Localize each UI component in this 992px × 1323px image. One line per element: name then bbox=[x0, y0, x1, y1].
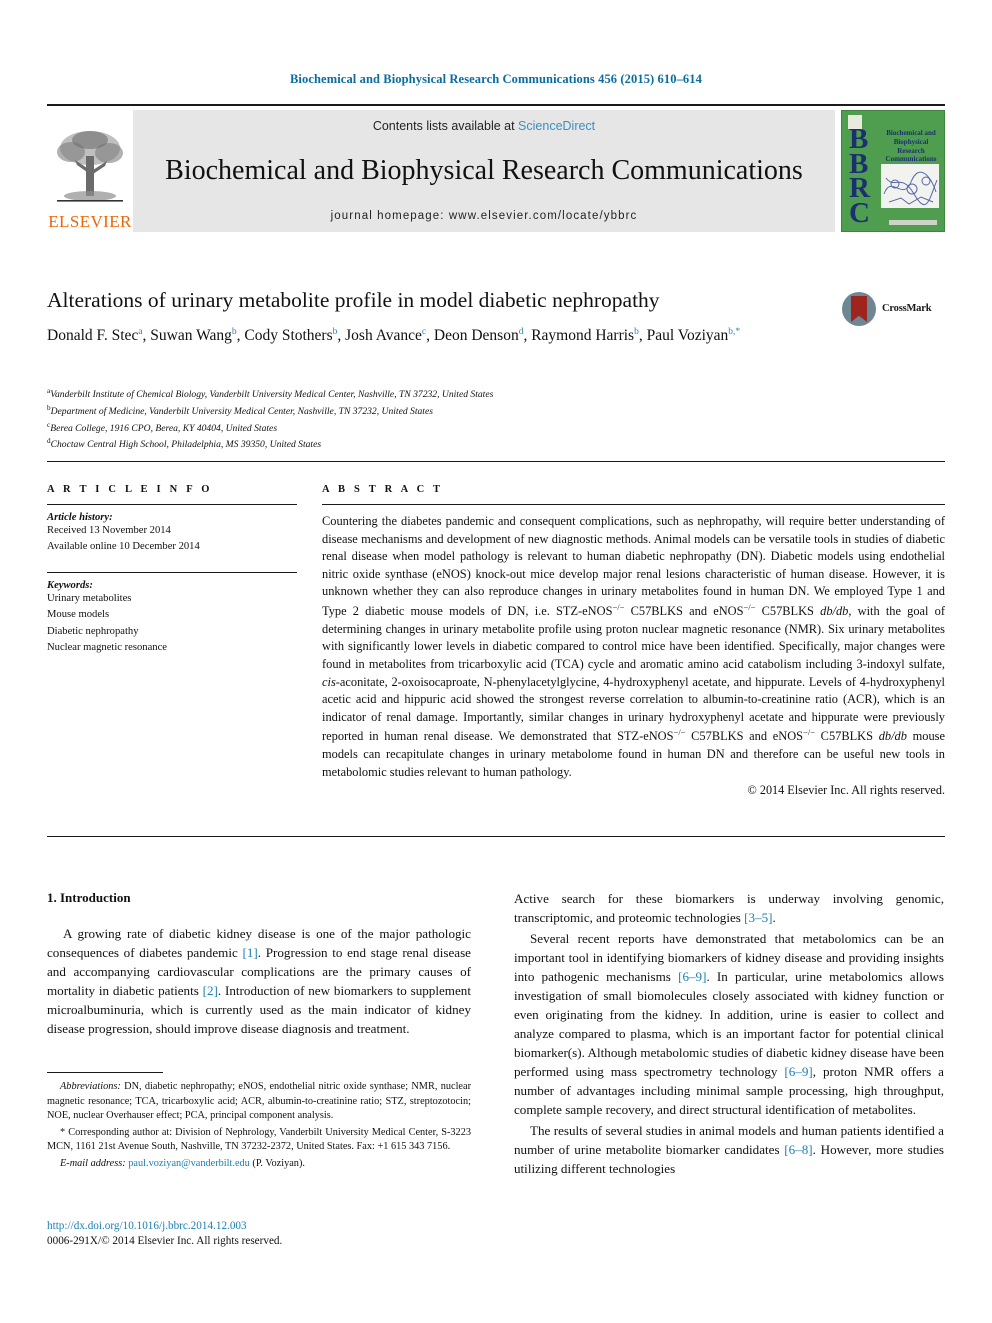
keyword-item: Urinary metabolites bbox=[47, 592, 132, 604]
body-column-left: 1. Introduction A growing rate of diabet… bbox=[47, 890, 471, 1041]
article-history-online: Available online 10 December 2014 bbox=[47, 541, 200, 553]
affiliation-item: dChoctaw Central High School, Philadelph… bbox=[47, 436, 767, 453]
affiliation-text: Choctaw Central High School, Philadelphi… bbox=[50, 439, 322, 451]
cover-footer-bar bbox=[889, 220, 937, 225]
journal-title: Biochemical and Biophysical Research Com… bbox=[165, 154, 803, 186]
title-block: Alterations of urinary metabolite profil… bbox=[47, 288, 837, 313]
paragraph: Active search for these biomarkers is un… bbox=[514, 891, 944, 925]
affiliation-list: aVanderbilt Institute of Chemical Biolog… bbox=[47, 386, 767, 453]
footnote-abbreviations: Abbreviations: DN, diabetic nephropathy;… bbox=[47, 1081, 471, 1122]
email-label: E-mail address: bbox=[60, 1158, 126, 1170]
cover-illustration bbox=[881, 164, 939, 208]
article-history-received: Received 13 November 2014 bbox=[47, 525, 171, 536]
affiliation-text: Berea College, 1916 CPO, Berea, KY 40404… bbox=[50, 422, 278, 434]
band-rule-bottom bbox=[47, 836, 945, 837]
elsevier-wordmark: ELSEVIER bbox=[48, 212, 132, 231]
footnote-rule bbox=[47, 1072, 163, 1073]
keywords-label: Keywords: bbox=[47, 579, 93, 591]
issn-copyright: 0006-291X/© 2014 Elsevier Inc. All right… bbox=[47, 1235, 283, 1248]
article-info-rule bbox=[47, 504, 297, 505]
crossmark-badge[interactable]: CrossMark bbox=[842, 292, 942, 328]
footnote-corresponding-author: * Corresponding author at: Division of N… bbox=[47, 1126, 471, 1153]
abstract-column: A B S T R A C T Countering the diabetes … bbox=[322, 484, 945, 798]
keyword-item: Nuclear magnetic resonance bbox=[47, 642, 167, 654]
abstract-body: Countering the diabetes pandemic and con… bbox=[322, 514, 945, 779]
keywords-rule bbox=[47, 571, 297, 573]
article-history-label: Article history: bbox=[47, 512, 113, 523]
band-rule-top bbox=[47, 461, 945, 462]
affiliation-text: Vanderbilt Institute of Chemical Biology… bbox=[50, 389, 494, 401]
paragraph: The results of several studies in animal… bbox=[514, 1122, 945, 1176]
contents-prefix: Contents lists available at bbox=[372, 119, 519, 133]
abstract-copyright: © 2014 Elsevier Inc. All rights reserved… bbox=[747, 783, 945, 798]
section-heading-introduction: 1. Introduction bbox=[47, 890, 131, 905]
cover-journal-title: Biochemical and Biophysical Research Com… bbox=[885, 129, 937, 164]
running-head: Biochemical and Biophysical Research Com… bbox=[290, 72, 702, 86]
keyword-item: Diabetic nephropathy bbox=[47, 625, 139, 637]
abstract-rule bbox=[322, 504, 945, 505]
affiliation-item: bDepartment of Medicine, Vanderbilt Univ… bbox=[47, 403, 767, 420]
cover-illustration-icon bbox=[881, 164, 939, 208]
elsevier-logo: ELSEVIER bbox=[47, 110, 133, 232]
masthead-center: Contents lists available at ScienceDirec… bbox=[133, 110, 835, 232]
affiliation-item: aVanderbilt Institute of Chemical Biolog… bbox=[47, 386, 767, 403]
journal-masthead: ELSEVIER Contents lists available at Sci… bbox=[47, 104, 945, 234]
page-title: Alterations of urinary metabolite profil… bbox=[47, 288, 660, 312]
cover-letters: BBRC bbox=[849, 123, 870, 229]
article-info-column: A R T I C L E I N F O Article history: R… bbox=[47, 484, 297, 656]
abstract-heading: A B S T R A C T bbox=[322, 484, 444, 495]
crossmark-label: CrossMark bbox=[882, 303, 932, 314]
keyword-item: Mouse models bbox=[47, 609, 110, 621]
doi-link[interactable]: http://dx.doi.org/10.1016/j.bbrc.2014.12… bbox=[47, 1219, 471, 1234]
affiliation-text: Department of Medicine, Vanderbilt Unive… bbox=[50, 405, 433, 417]
email-suffix: (P. Voziyan). bbox=[252, 1158, 305, 1170]
journal-homepage-line[interactable]: journal homepage: www.elsevier.com/locat… bbox=[133, 210, 835, 222]
affiliation-item: cBerea College, 1916 CPO, Berea, KY 4040… bbox=[47, 420, 767, 437]
elsevier-tree-icon bbox=[57, 131, 123, 202]
paragraph: Several recent reports have demonstrated… bbox=[514, 930, 944, 1117]
journal-cover-thumbnail: BBRC Biochemical and Biophysical Researc… bbox=[841, 110, 945, 232]
footer-block: http://dx.doi.org/10.1016/j.bbrc.2014.12… bbox=[47, 1219, 471, 1249]
author-list: Donald F. Steca, Suwan Wangb, Cody Stoth… bbox=[47, 326, 741, 344]
paragraph: A growing rate of diabetic kidney diseas… bbox=[47, 926, 471, 1036]
email-link[interactable]: paul.voziyan@vanderbilt.edu bbox=[128, 1158, 250, 1169]
footnote-email: E-mail address: paul.voziyan@vanderbilt.… bbox=[47, 1157, 471, 1172]
footnote-block: Abbreviations: DN, diabetic nephropathy;… bbox=[47, 1072, 471, 1174]
body-column-right: Active search for these biomarkers is un… bbox=[514, 890, 944, 1181]
article-first-page: Biochemical and Biophysical Research Com… bbox=[0, 0, 992, 1323]
sciencedirect-link[interactable]: ScienceDirect bbox=[518, 119, 595, 133]
article-info-heading: A R T I C L E I N F O bbox=[47, 484, 213, 495]
contents-available-line: Contents lists available at ScienceDirec… bbox=[133, 119, 835, 133]
